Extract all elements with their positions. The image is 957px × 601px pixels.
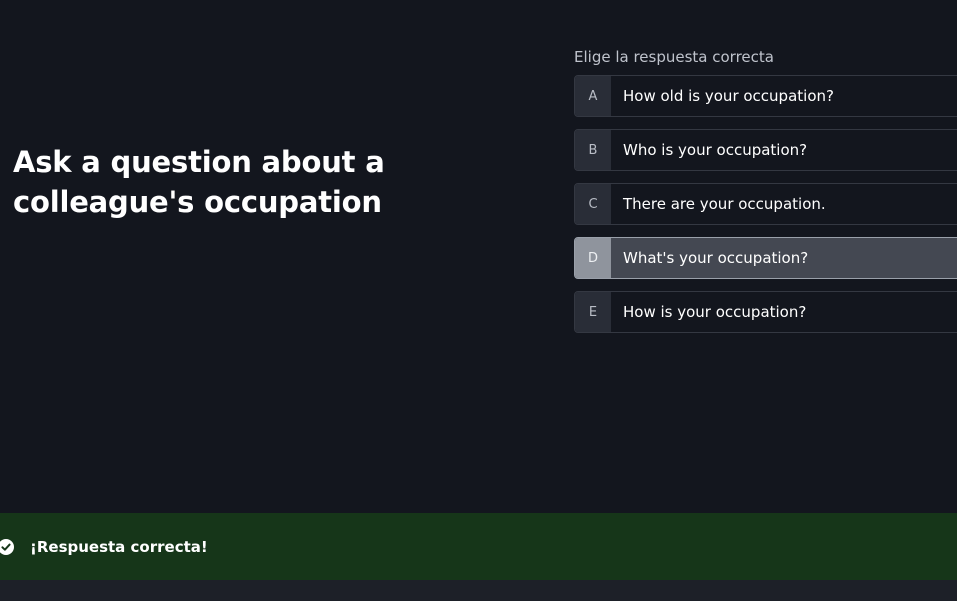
feedback-bar: ¡Respuesta correcta! [0, 513, 957, 580]
answer-prompt: Elige la respuesta correcta [574, 48, 774, 66]
check-circle-icon [0, 539, 14, 555]
option-letter: C [575, 184, 611, 224]
question-title: Ask a question about a colleague's occup… [13, 145, 385, 219]
option-a[interactable]: A How old is your occupation? [574, 75, 957, 117]
option-c[interactable]: C There are your occupation. [574, 183, 957, 225]
option-letter: A [575, 76, 611, 116]
option-letter: B [575, 130, 611, 170]
option-b[interactable]: B Who is your occupation? [574, 129, 957, 171]
feedback-message: ¡Respuesta correcta! [30, 538, 208, 556]
footer-strip [0, 580, 957, 601]
option-text: Who is your occupation? [623, 141, 808, 159]
answer-options: A How old is your occupation? B Who is y… [574, 75, 957, 345]
exercise-page: Ask a question about a colleague's occup… [0, 0, 957, 601]
option-e[interactable]: E How is your occupation? [574, 291, 957, 333]
option-text: How old is your occupation? [623, 87, 834, 105]
option-text: There are your occupation. [623, 195, 826, 213]
option-letter: D [575, 238, 611, 278]
option-text: What's your occupation? [623, 249, 809, 267]
option-d[interactable]: D What's your occupation? [574, 237, 957, 279]
option-text: How is your occupation? [623, 303, 807, 321]
option-letter: E [575, 292, 611, 332]
